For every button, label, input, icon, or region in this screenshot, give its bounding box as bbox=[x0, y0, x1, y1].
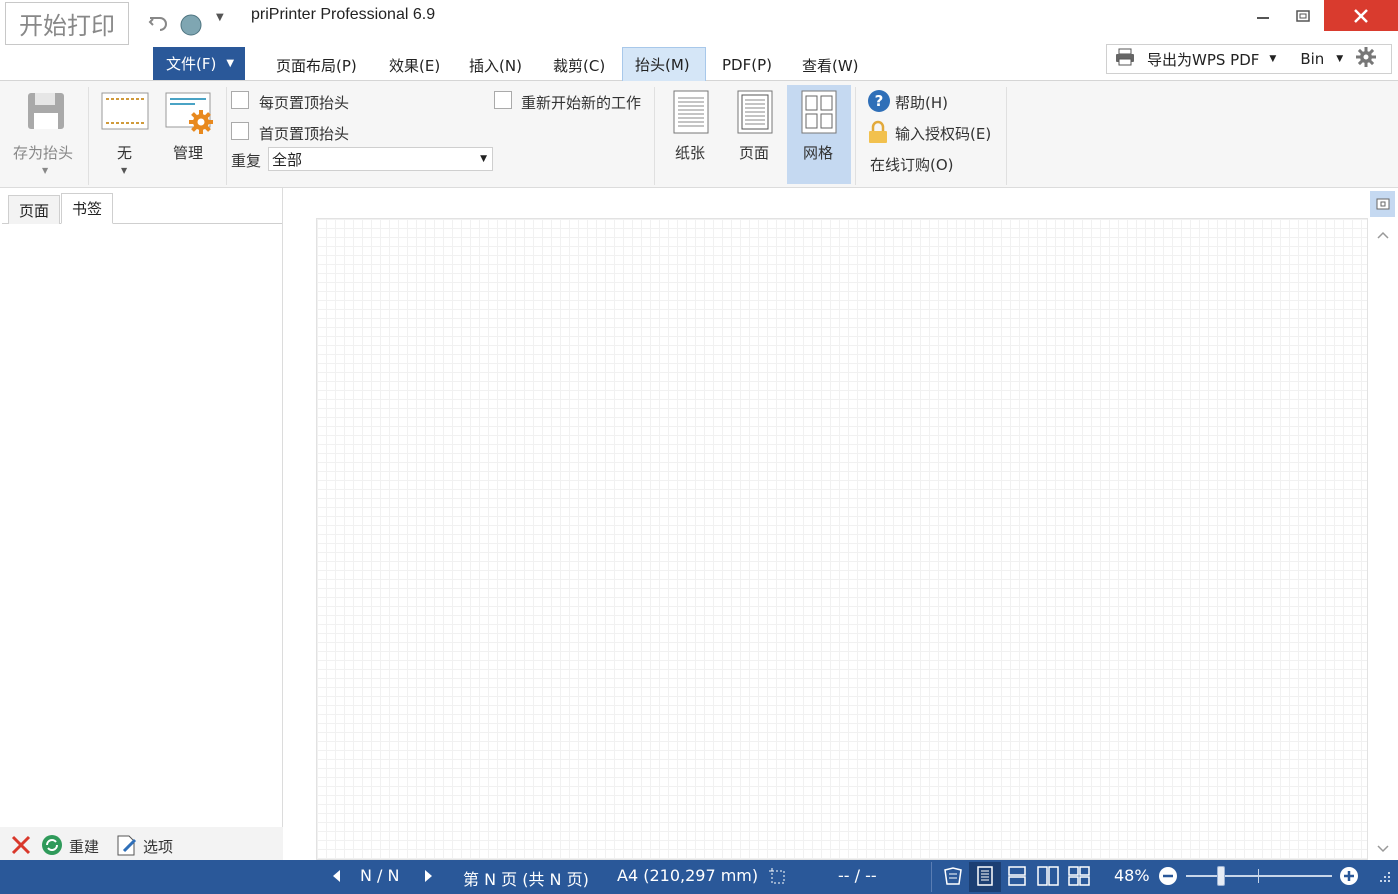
lock-icon bbox=[867, 120, 889, 148]
title-bar bbox=[0, 0, 1398, 47]
vertical-scrollbar[interactable] bbox=[1370, 190, 1396, 860]
page-counter: N / N bbox=[360, 866, 400, 885]
scroll-up-icon[interactable] bbox=[1376, 228, 1390, 244]
chevron-down-icon: ▼ bbox=[226, 58, 235, 69]
export-wps-pdf-label[interactable]: 导出为WPS PDF bbox=[1147, 49, 1259, 70]
close-button[interactable] bbox=[1324, 0, 1398, 31]
bin-dropdown-icon[interactable]: ▼ bbox=[1336, 54, 1343, 64]
options-edit-icon[interactable] bbox=[115, 833, 139, 861]
options-button[interactable]: 选项 bbox=[143, 836, 173, 857]
zoom-slider-tick bbox=[1258, 869, 1259, 883]
view-book-icon[interactable] bbox=[942, 866, 964, 890]
help-button[interactable]: 帮助(H) bbox=[895, 92, 948, 113]
ribbon-separator bbox=[226, 87, 227, 185]
view-single-page-icon bbox=[976, 866, 994, 890]
ribbon-separator bbox=[855, 87, 856, 185]
header-none-dropdown-icon[interactable]: ▼ bbox=[121, 166, 127, 175]
export-toolbar: 导出为WPS PDF ▼ Bin ▼ bbox=[1106, 44, 1392, 74]
tab-pages[interactable]: 页面 bbox=[8, 195, 60, 224]
rebuild-button[interactable]: 重建 bbox=[69, 836, 99, 857]
buy-online-button[interactable]: 在线订购(O) bbox=[870, 154, 954, 175]
grid-icon bbox=[801, 90, 837, 138]
file-menu-label: 文件(F) bbox=[166, 55, 217, 73]
next-page-icon[interactable] bbox=[424, 869, 434, 887]
repeat-label: 重复 bbox=[231, 152, 262, 170]
page-button[interactable]: 页面 bbox=[739, 142, 769, 163]
zoom-slider[interactable] bbox=[1186, 875, 1332, 877]
first-page-top-label: 首页置顶抬头 bbox=[259, 125, 350, 143]
header-none-button[interactable]: 无 bbox=[117, 142, 132, 163]
save-header-dropdown-icon[interactable]: ▼ bbox=[42, 166, 48, 175]
scroll-down-icon[interactable] bbox=[1376, 842, 1390, 858]
resize-grip-icon[interactable] bbox=[1378, 870, 1392, 888]
bin-label[interactable]: Bin bbox=[1300, 50, 1324, 68]
crop-area-icon[interactable] bbox=[768, 867, 788, 891]
status-separator bbox=[931, 862, 932, 892]
delete-icon[interactable] bbox=[10, 834, 32, 860]
restore-button[interactable] bbox=[1280, 0, 1326, 31]
tab-bookmarks[interactable]: 书签 bbox=[61, 193, 113, 224]
quick-access-dropdown-icon[interactable]: ▼ bbox=[216, 12, 224, 23]
paper-size[interactable]: A4 (210,297 mm) bbox=[617, 866, 758, 885]
license-button[interactable]: 输入授权码(E) bbox=[895, 123, 991, 144]
printer-icon[interactable] bbox=[1115, 48, 1135, 70]
repeat-select-value: 全部 bbox=[272, 150, 303, 169]
app-title: priPrinter Professional 6.9 bbox=[251, 6, 436, 23]
view-two-pages-icon[interactable] bbox=[1037, 866, 1059, 890]
ribbon-separator bbox=[88, 87, 89, 185]
zoom-slider-thumb[interactable] bbox=[1217, 866, 1226, 886]
page-info: 第 N 页 (共 N 页) bbox=[463, 870, 589, 889]
svg-text:?: ? bbox=[875, 92, 884, 110]
each-page-top-checkbox[interactable] bbox=[231, 91, 249, 109]
each-page-top-label: 每页置顶抬头 bbox=[259, 94, 350, 112]
export-dropdown-icon[interactable]: ▼ bbox=[1269, 54, 1276, 64]
view-grid-pages-icon[interactable] bbox=[1068, 866, 1090, 890]
tab-view[interactable]: 查看(W) bbox=[802, 47, 859, 81]
repeat-select[interactable]: 全部 ▼ bbox=[268, 147, 493, 171]
refresh-icon[interactable] bbox=[41, 834, 63, 860]
preview-fit-icon[interactable] bbox=[1370, 191, 1395, 217]
paper-button[interactable]: 纸张 bbox=[675, 142, 705, 163]
grid-label: 网格 bbox=[803, 144, 834, 162]
restart-job-checkbox[interactable] bbox=[494, 91, 512, 109]
paper-icon bbox=[673, 90, 709, 138]
view-continuous-icon[interactable] bbox=[1007, 866, 1027, 890]
header-none-icon bbox=[101, 92, 149, 134]
page-preview[interactable] bbox=[316, 218, 1368, 860]
chevron-down-icon: ▼ bbox=[480, 154, 487, 164]
start-print-button[interactable]: 开始打印 bbox=[5, 2, 129, 45]
cursor-position: -- / -- bbox=[838, 866, 877, 885]
zoom-in-icon[interactable] bbox=[1339, 866, 1359, 890]
zoom-percent: 48% bbox=[1114, 866, 1150, 885]
ribbon-separator bbox=[1006, 87, 1007, 185]
save-disk-icon bbox=[26, 91, 66, 135]
tab-header[interactable]: 抬头(M) bbox=[622, 47, 706, 81]
tab-crop[interactable]: 裁剪(C) bbox=[553, 47, 605, 81]
help-icon: ? bbox=[867, 89, 891, 117]
manage-gear-icon bbox=[165, 92, 215, 140]
left-panel bbox=[0, 188, 283, 860]
page-icon bbox=[737, 90, 773, 138]
file-menu-button[interactable]: 文件(F) ▼ bbox=[153, 47, 245, 80]
ribbon-separator bbox=[654, 87, 655, 185]
undo-icon[interactable] bbox=[147, 10, 171, 34]
manage-button[interactable]: 管理 bbox=[173, 142, 203, 163]
tab-effects[interactable]: 效果(E) bbox=[389, 47, 440, 81]
first-page-top-checkbox[interactable] bbox=[231, 122, 249, 140]
quick-access-circle-icon[interactable] bbox=[180, 13, 202, 36]
tab-pdf[interactable]: PDF(P) bbox=[722, 47, 772, 81]
restart-job-label: 重新开始新的工作 bbox=[521, 94, 642, 112]
zoom-out-icon[interactable] bbox=[1158, 866, 1178, 890]
tab-page-layout[interactable]: 页面布局(P) bbox=[276, 47, 357, 81]
gear-icon[interactable] bbox=[1355, 46, 1377, 72]
tab-insert[interactable]: 插入(N) bbox=[469, 47, 522, 81]
save-header-button[interactable]: 存为抬头 bbox=[13, 142, 73, 163]
prev-page-icon[interactable] bbox=[331, 869, 341, 887]
